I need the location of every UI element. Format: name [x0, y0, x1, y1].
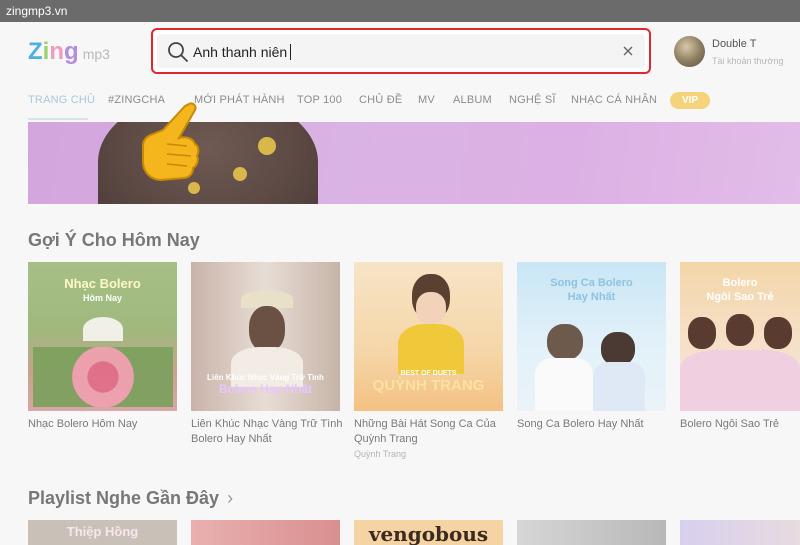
recent-playlist-cover[interactable] — [517, 520, 666, 545]
browser-url-bar[interactable]: zingmp3.vn — [0, 0, 800, 22]
playlist-card[interactable]: Bolero Ngôi Sao Trẻ Bolero Ngôi Sao Trẻ — [680, 262, 800, 430]
section-title-text: Playlist Nghe Gần Đây — [28, 488, 220, 508]
cover-title: Song Ca Bolero — [550, 277, 633, 289]
playlist-cover[interactable]: Nhạc Bolero Hôm Nay — [28, 262, 177, 411]
cover-subtitle: Hay Nhất — [567, 291, 616, 303]
cover-title: vengobous — [368, 522, 489, 545]
banner-flower-decoration — [233, 167, 247, 181]
playlist-card[interactable]: Song Ca Bolero Hay Nhất Song Ca Bolero H… — [517, 262, 666, 430]
recent-playlist-cover[interactable] — [680, 520, 800, 545]
playlist-cover[interactable]: BEST OF DUETS QUỲNH TRANG — [354, 262, 503, 411]
nav-item-topics[interactable]: CHỦ ĐỀ — [359, 94, 402, 106]
section-title-recommendations: Gợi Ý Cho Hôm Nay — [28, 230, 200, 250]
playlist-card[interactable]: BEST OF DUETS QUỲNH TRANG Những Bài Hát … — [354, 262, 503, 459]
vip-badge[interactable]: VIP — [670, 92, 710, 109]
recent-playlist-cover[interactable]: vengobous — [354, 520, 503, 545]
section-title-recent-playlists[interactable]: Playlist Nghe Gần Đây › — [28, 488, 233, 509]
recent-playlist-cover[interactable] — [191, 520, 340, 545]
recent-playlist-cover[interactable]: Thiệp Hồng — [28, 520, 177, 545]
user-account-type: Tài khoản thường — [712, 56, 784, 66]
clear-search-icon[interactable] — [621, 44, 635, 58]
cover-subtitle: Ngôi Sao Trẻ — [706, 291, 774, 303]
cover-subtitle: QUỲNH TRANG — [372, 377, 485, 394]
cover-subtitle: Hôm Nay — [82, 293, 122, 303]
nav-item-home[interactable]: TRANG CHỦ — [28, 94, 95, 106]
playlist-cover[interactable]: Liên Khúc Nhạc Vàng Trữ Tình Bolero Hay … — [191, 262, 340, 411]
search-icon — [168, 42, 188, 62]
cover-title: Thiệp Hồng — [66, 524, 139, 539]
playlist-title[interactable]: Liên Khúc Nhạc Vàng Trữ Tình Bolero Hay … — [191, 417, 343, 447]
playlist-title[interactable]: Nhạc Bolero Hôm Nay — [28, 417, 180, 432]
playlist-title[interactable]: Song Ca Bolero Hay Nhất — [517, 417, 669, 432]
logo-zing-text: Zing — [28, 38, 79, 65]
cover-subtitle: Bolero Hay Nhất — [218, 382, 313, 396]
search-box-highlight: Anh thanh niên — [151, 28, 651, 74]
playlist-card[interactable]: Nhạc Bolero Hôm Nay Nhạc Bolero Hôm Nay — [28, 262, 177, 430]
playlist-title[interactable]: Bolero Ngôi Sao Trẻ — [680, 417, 800, 432]
nav-item-personal-music[interactable]: NHẠC CÁ NHÂN — [571, 94, 657, 106]
playlist-card[interactable]: Liên Khúc Nhạc Vàng Trữ Tình Bolero Hay … — [191, 262, 342, 445]
logo-mp3-text: mp3 — [82, 46, 110, 62]
nav-active-underline — [28, 118, 88, 120]
cover-title: Nhạc Bolero — [64, 276, 141, 291]
user-account[interactable]: Double T Tài khoản thường — [674, 36, 800, 76]
user-name: Double T — [712, 38, 757, 50]
chevron-right-icon[interactable]: › — [227, 488, 233, 509]
playlist-artist[interactable]: Quỳnh Trang — [354, 449, 406, 459]
pointing-hand-icon — [142, 102, 200, 182]
search-input[interactable]: Anh thanh niên — [157, 34, 645, 68]
nav-item-top100[interactable]: TOP 100 — [297, 94, 342, 106]
main-nav: TRANG CHỦ #ZINGCHA MỚI PHÁT HÀNH TOP 100… — [0, 92, 800, 122]
search-input-value: Anh thanh niên — [193, 42, 292, 62]
banner-artist-image — [98, 122, 318, 204]
nav-item-new-releases[interactable]: MỚI PHÁT HÀNH — [194, 94, 285, 106]
page: Zing mp3 Anh thanh niên Double T Tài kho… — [0, 22, 800, 545]
nav-item-artists[interactable]: NGHỆ SĨ — [509, 94, 556, 106]
zing-logo[interactable]: Zing mp3 — [28, 38, 110, 66]
nav-item-mv[interactable]: MV — [418, 94, 435, 106]
header: Zing mp3 Anh thanh niên Double T Tài kho… — [0, 22, 800, 92]
cover-title: Bolero — [722, 277, 758, 289]
avatar[interactable] — [674, 36, 705, 67]
playlist-cover[interactable]: Song Ca Bolero Hay Nhất — [517, 262, 666, 411]
playlist-cover[interactable]: Bolero Ngôi Sao Trẻ — [680, 262, 800, 411]
playlist-title[interactable]: Những Bài Hát Song Ca Của Quỳnh Trang — [354, 417, 506, 447]
nav-item-album[interactable]: ALBUM — [453, 94, 492, 106]
banner-flower-decoration — [258, 137, 276, 155]
